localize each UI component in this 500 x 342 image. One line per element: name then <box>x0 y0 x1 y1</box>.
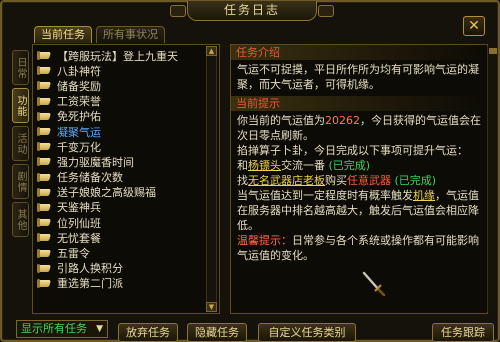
hint-line3-b: 交流一番 <box>281 159 325 172</box>
quest-list-panel: 【跨服玩法】登上九重天 八卦神符 储备奖励工资荣誉 免死护佑 凝聚气运 千变万化 强力驱魔香… <box>32 44 220 314</box>
quest-label: 位列仙班 <box>57 216 101 230</box>
quest-detail-panel: 任务介绍 气运不可捉摸，平日所作所为均有可影响气运的凝聚，而大气运者，可得机缘。… <box>230 44 488 314</box>
scroll-icon <box>37 111 51 121</box>
tab-current-quests[interactable]: 当前任务 <box>34 26 92 43</box>
hint-line4-a: 找 <box>237 174 248 187</box>
side-tab-daily[interactable]: 日常 <box>12 50 29 85</box>
quest-list-item[interactable]: 天鉴神兵 <box>37 200 219 215</box>
side-tab-story[interactable]: 剧情 <box>12 164 29 199</box>
quest-label: 八卦神符 <box>57 64 101 78</box>
scroll-icon <box>37 127 51 137</box>
quest-label: 天鉴神兵 <box>57 201 101 215</box>
quest-list-scrollbar[interactable]: ▲ ▼ <box>206 46 217 312</box>
custom-category-button[interactable]: 自定义任务类别 <box>258 323 356 342</box>
quest-log-window: 任务日志 ✕ 当前任务 所有事状况 日常 功能 活动 剧情 其他 【跨服玩法】登… <box>0 0 500 342</box>
quest-list: 【跨服玩法】登上九重天 八卦神符 储备奖励工资荣誉 免死护佑 凝聚气运 千变万化 强力驱魔香… <box>33 45 219 291</box>
quest-label: 免死护佑 <box>57 110 101 124</box>
quest-label: 储备奖励 <box>57 79 101 93</box>
sword-cursor-icon <box>362 271 386 296</box>
quest-label: 千变万化 <box>57 140 101 154</box>
hint-line5-a: 当气运值达到一定程度时有概率触发 <box>237 189 413 202</box>
intro-heading: 任务介绍 <box>231 45 487 60</box>
quest-list-item[interactable]: 千变万化 <box>37 139 219 154</box>
quest-list-item[interactable]: 免死护佑 <box>37 109 219 124</box>
scroll-icon <box>37 142 51 152</box>
track-quest-button[interactable]: 任务跟踪 <box>432 323 494 342</box>
abandon-quest-button[interactable]: 放弃任务 <box>118 323 178 342</box>
quest-list-item[interactable]: 强力驱魔香时间 <box>37 154 219 169</box>
detail-scrollbar[interactable] <box>487 46 497 312</box>
scroll-icon <box>37 51 51 61</box>
fortune-value: 20262 <box>325 114 360 127</box>
side-tab-function[interactable]: 功能 <box>12 88 29 123</box>
scroll-icon <box>37 157 51 167</box>
quest-label: 五雷令 <box>57 247 90 261</box>
quest-label: 无忧套餐 <box>57 231 101 245</box>
window-title: 任务日志 <box>170 1 334 21</box>
quest-list-item[interactable]: 储备奖励 <box>37 78 219 93</box>
quest-label: 凝聚气运 <box>57 125 101 139</box>
scroll-icon <box>37 81 51 91</box>
scroll-icon <box>37 248 51 258</box>
chance-link[interactable]: 机缘 <box>413 189 435 202</box>
hint-line3-a: 和 <box>237 159 248 172</box>
quest-label: 工资荣誉 <box>57 95 101 109</box>
quest-label: 送子娘娘之高级赐福 <box>57 186 156 200</box>
side-tab-event[interactable]: 活动 <box>12 126 29 161</box>
category-side-tabs: 日常 功能 活动 剧情 其他 <box>12 50 31 240</box>
close-button[interactable]: ✕ <box>463 16 485 36</box>
quest-label: 引路人换积分 <box>57 262 123 276</box>
hint-line2: 掐掸算子卜卦，今日完成以下事项可提升气运： <box>237 144 468 157</box>
side-tab-other[interactable]: 其他 <box>12 202 29 237</box>
tip-label: 温馨提示： <box>237 234 292 247</box>
scroll-icon <box>37 187 51 197</box>
bottom-bar: 显示所有任务 ▼ <box>16 320 108 338</box>
scroll-icon <box>37 263 51 273</box>
scroll-icon <box>37 278 51 288</box>
scroll-icon <box>37 66 51 76</box>
quest-list-item[interactable]: 位列仙班 <box>37 215 219 230</box>
hide-quest-button[interactable]: 隐藏任务 <box>187 323 247 342</box>
scroll-icon <box>37 218 51 228</box>
status-completed-2: (已完成) <box>394 174 437 187</box>
quest-label: 【跨服玩法】登上九重天 <box>57 49 178 63</box>
scroll-track[interactable] <box>206 56 217 302</box>
quest-list-item[interactable]: 任务储备次数 <box>37 170 219 185</box>
top-tab-bar: 当前任务 所有事状况 <box>34 26 165 43</box>
quest-label: 强力驱魔香时间 <box>57 155 134 169</box>
scroll-up-icon[interactable]: ▲ <box>206 46 217 56</box>
quest-list-item[interactable]: 引路人换积分 <box>37 261 219 276</box>
quest-list-item[interactable]: 【跨服玩法】登上九重天 <box>37 48 219 63</box>
scroll-icon <box>37 202 51 212</box>
scroll-down-icon[interactable]: ▼ <box>206 302 217 312</box>
npc-link-weapon-shop[interactable]: 无名武器店老板 <box>248 174 325 187</box>
quest-list-item[interactable]: 工资荣誉 <box>37 94 219 109</box>
detail-scroll-thumb[interactable] <box>488 48 497 54</box>
quest-list-item[interactable]: 五雷令 <box>37 245 219 260</box>
status-completed-1: (已完成) <box>328 159 371 172</box>
hint-text: 你当前的气运值为20262，今日获得的气运值会在次日零点刷新。 掐掸算子卜卦，今… <box>231 111 487 267</box>
scroll-icon <box>37 172 51 182</box>
hint-line1-a: 你当前的气运值为 <box>237 114 325 127</box>
quest-list-item[interactable]: 八卦神符 <box>37 63 219 78</box>
close-icon: ✕ <box>468 18 480 34</box>
chevron-down-icon: ▼ <box>96 324 103 334</box>
quest-list-item[interactable]: 凝聚气运 <box>37 124 219 139</box>
quest-list-item[interactable]: 重选第二门派 <box>37 276 219 291</box>
quest-list-item[interactable]: 送子娘娘之高级赐福 <box>37 185 219 200</box>
hint-line4-b: 购买 <box>325 174 347 187</box>
tab-all-quests[interactable]: 所有事状况 <box>96 26 165 43</box>
npc-link-yang[interactable]: 杨镖头 <box>248 159 281 172</box>
quest-filter-dropdown[interactable]: 显示所有任务 ▼ <box>16 320 108 338</box>
hint-heading: 当前提示 <box>231 96 487 111</box>
quest-list-item[interactable]: 无忧套餐 <box>37 230 219 245</box>
filter-value: 显示所有任务 <box>21 322 87 335</box>
quest-label: 重选第二门派 <box>57 277 123 291</box>
quest-label: 任务储备次数 <box>57 171 123 185</box>
intro-text: 气运不可捉摸，平日所作所为均有可影响气运的凝聚，而大气运者，可得机缘。 <box>237 63 479 91</box>
item-any-weapon: 任意武器 <box>347 174 391 187</box>
scroll-icon <box>37 233 51 243</box>
scroll-icon <box>37 96 51 106</box>
